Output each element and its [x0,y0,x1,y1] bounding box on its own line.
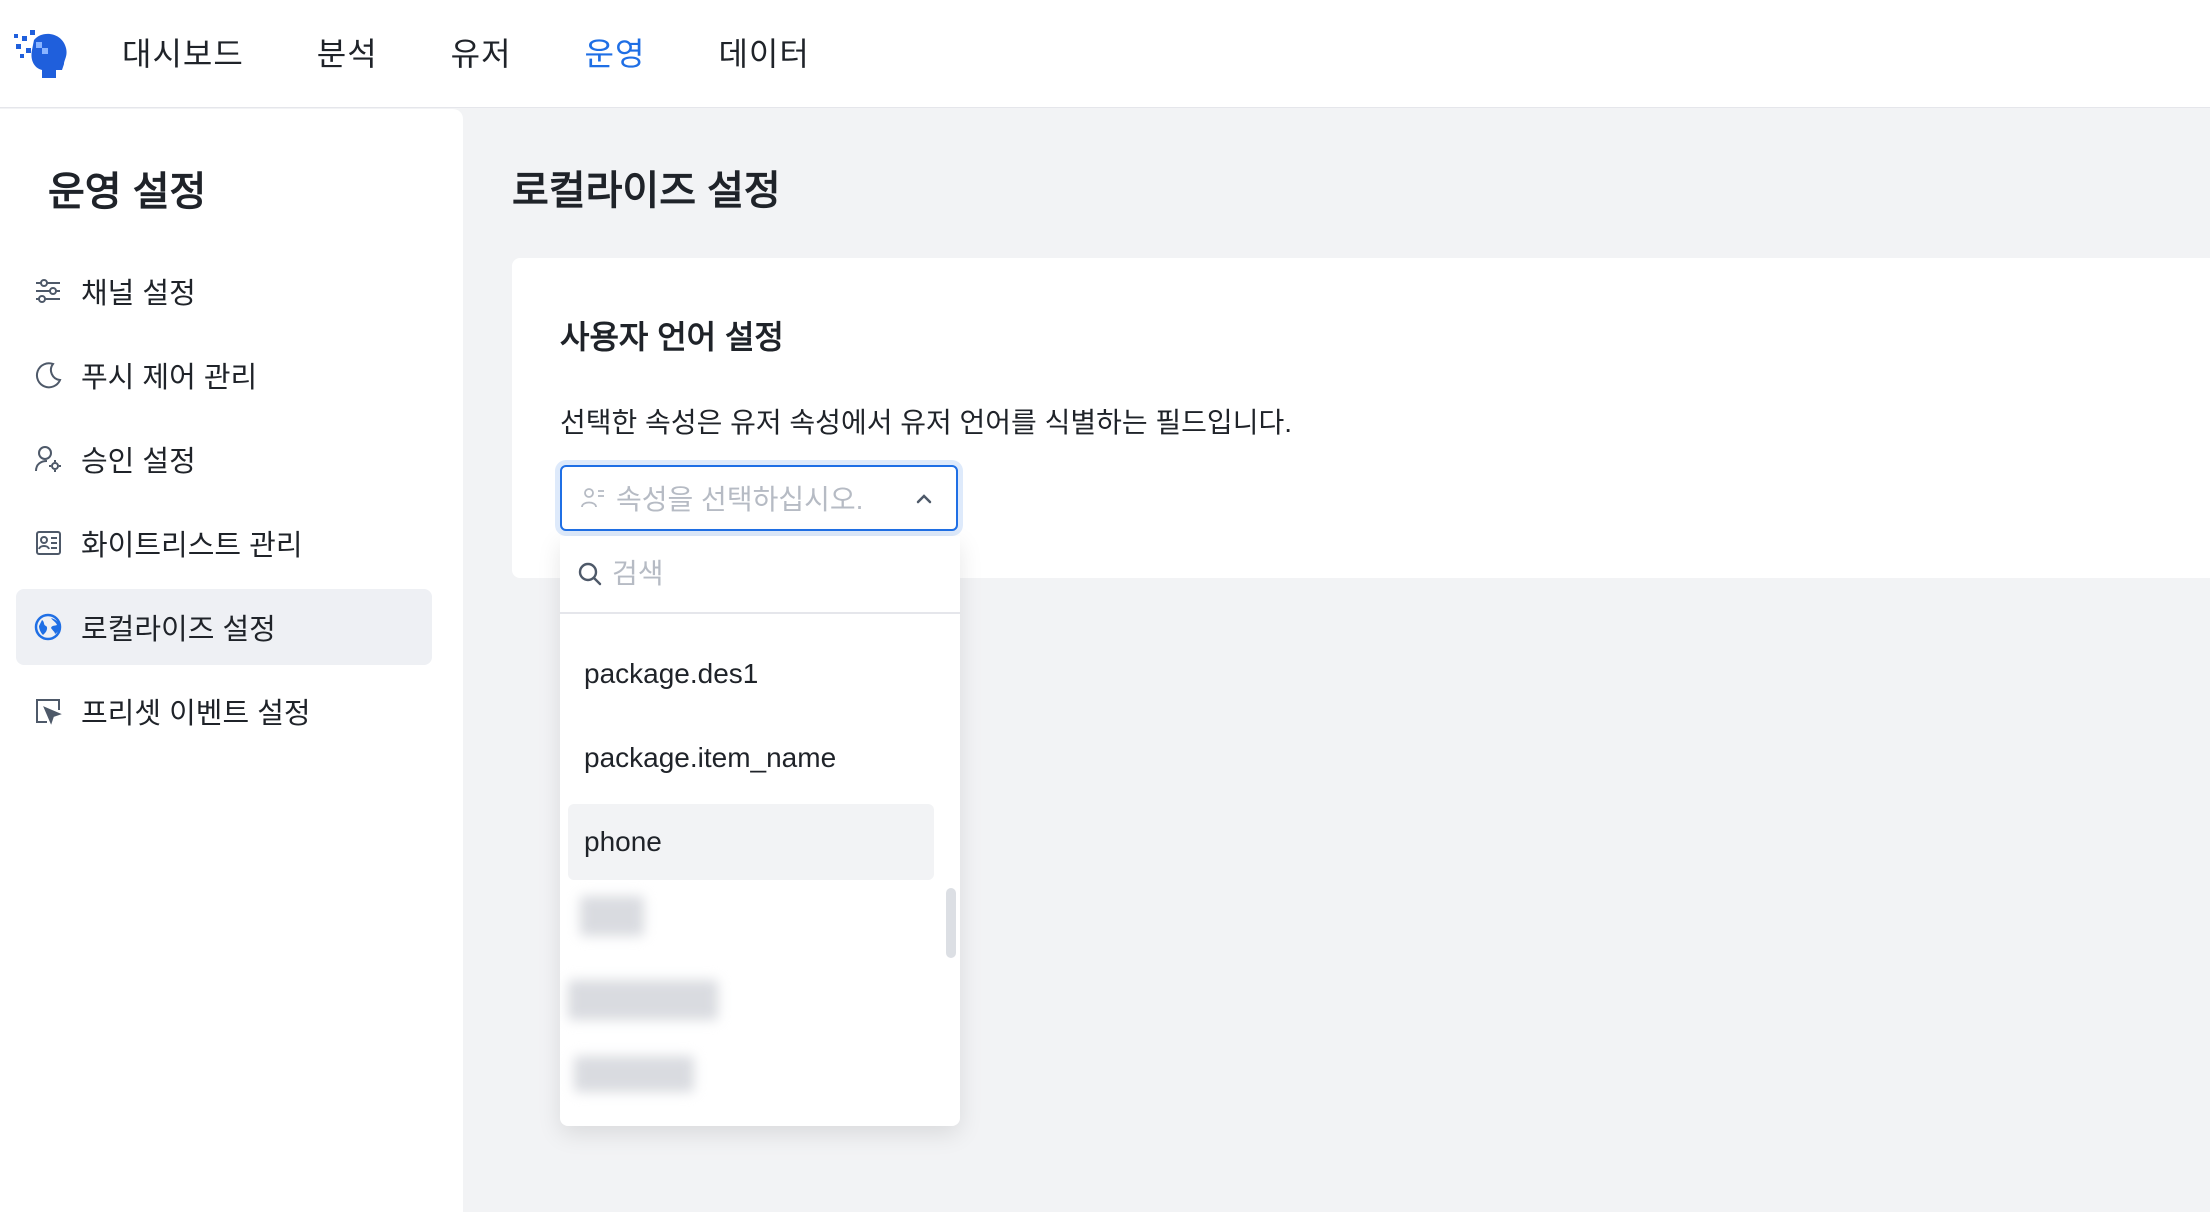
dropdown-scrollbar[interactable] [946,888,956,958]
sidebar-title: 운영 설정 [48,170,207,214]
user-language-settings-card: 사용자 언어 설정 선택한 속성은 유저 속성에서 유저 언어를 식별하는 필드… [512,258,2210,578]
sidebar-item-label: 푸시 제어 관리 [81,362,258,394]
top-navigation-bar: 대시보드 분석 유저 운영 데이터 [0,0,2210,108]
dropdown-option[interactable]: package.item_name [568,720,934,796]
main-nav: 대시보드 분석 유저 운영 데이터 [122,0,883,108]
blurred-option[interactable] [580,896,644,936]
nav-item-operations[interactable]: 운영 [585,0,646,108]
moon-icon [35,362,62,389]
user-attribute-icon [581,488,604,508]
id-card-icon [36,531,61,555]
sidebar-item-whitelist[interactable]: 화이트리스트 관리 [16,505,432,581]
blurred-option[interactable] [574,1056,694,1092]
page-title: 로컬라이즈 설정 [512,169,781,213]
user-gear-icon [35,446,61,472]
search-icon [578,562,602,586]
sidebar-item-label: 승인 설정 [81,446,196,478]
brain-logo-icon[interactable] [12,26,72,84]
blurred-option[interactable] [568,980,718,1020]
card-title: 사용자 언어 설정 [560,319,784,355]
sidebar-item-channel-settings[interactable]: 채널 설정 [16,253,432,329]
nav-item-dashboard[interactable]: 대시보드 [122,0,244,108]
globe-icon [34,613,62,641]
sidebar-item-approval-settings[interactable]: 승인 설정 [16,421,432,497]
select-placeholder: 속성을 선택하십시오. [616,484,864,515]
attribute-dropdown: package.des1 package.item_name phone [560,536,960,1126]
sidebar-item-push-control[interactable]: 푸시 제어 관리 [16,337,432,413]
nav-item-analysis[interactable]: 분석 [317,0,378,108]
sliders-icon [36,279,60,303]
dropdown-option[interactable]: package.des1 [568,636,934,712]
dropdown-option[interactable]: phone [568,804,934,880]
card-description: 선택한 속성은 유저 속성에서 유저 언어를 식별하는 필드입니다. [560,407,1292,438]
attribute-select[interactable]: 속성을 선택하십시오. [560,465,958,531]
sidebar-item-label: 화이트리스트 관리 [81,530,303,562]
dropdown-search-input[interactable] [612,558,932,590]
sidebar: 운영 설정 채널 설정 푸시 제어 관리 승인 설정 화이트리스트 관리 로컬라… [0,109,463,1212]
dropdown-option-list: package.des1 package.item_name phone [568,636,934,888]
nav-item-users[interactable]: 유저 [451,0,512,108]
dropdown-search [560,536,960,614]
sidebar-item-localize-settings[interactable]: 로컬라이즈 설정 [16,589,432,665]
sidebar-item-label: 로컬라이즈 설정 [81,614,276,646]
sidebar-item-preset-events[interactable]: 프리셋 이벤트 설정 [16,673,432,749]
sidebar-menu: 채널 설정 푸시 제어 관리 승인 설정 화이트리스트 관리 로컬라이즈 설정 … [16,253,432,757]
chevron-up-icon[interactable] [914,489,934,509]
nav-item-data[interactable]: 데이터 [718,0,809,108]
sidebar-item-label: 프리셋 이벤트 설정 [81,698,311,730]
sidebar-item-label: 채널 설정 [81,278,196,310]
cursor-click-icon [36,699,62,725]
